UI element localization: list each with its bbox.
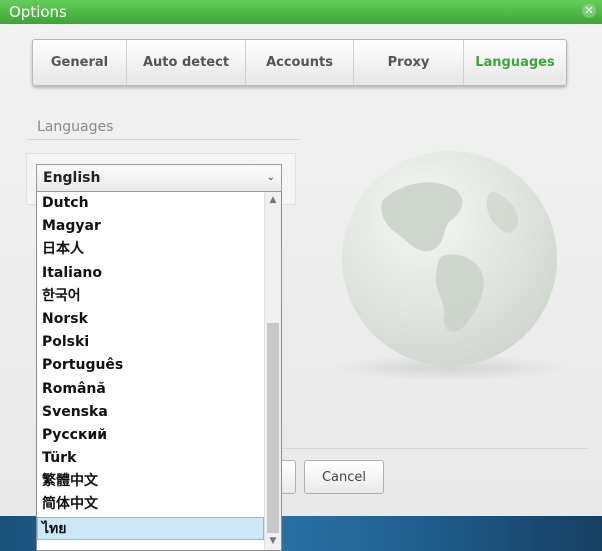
language-option[interactable]: Svenska <box>37 401 264 424</box>
language-option-highlighted[interactable]: ไทย <box>37 516 264 540</box>
language-option[interactable]: Română <box>37 378 264 401</box>
continents-graphic <box>381 182 518 332</box>
tab-auto-detect[interactable]: Auto detect <box>127 40 246 85</box>
tab-languages[interactable]: Languages <box>464 40 566 85</box>
language-option[interactable]: Polski <box>37 331 264 354</box>
selected-language: English <box>43 170 101 186</box>
language-select[interactable]: English ⌄ <box>36 164 282 192</box>
language-option[interactable]: Português <box>37 354 264 377</box>
tab-accounts[interactable]: Accounts <box>246 40 354 85</box>
window-title: Options <box>9 3 67 21</box>
cancel-button[interactable]: Cancel <box>304 460 384 494</box>
globe-illustration <box>342 151 557 366</box>
title-bar: Options ✕ <box>0 0 602 24</box>
tab-bar: General Auto detect Accounts Proxy Langu… <box>32 39 567 86</box>
section-title: Languages <box>37 119 114 135</box>
dropdown-scrollbar[interactable]: ▲ ▼ <box>264 192 281 550</box>
language-option[interactable]: 日本人 <box>37 238 264 261</box>
language-option[interactable]: 简体中文 <box>37 493 264 516</box>
chevron-down-icon[interactable]: ⌄ <box>267 165 275 191</box>
language-option[interactable]: Русский <box>37 424 264 447</box>
language-option[interactable]: Dutch <box>37 192 264 215</box>
footer-divider <box>282 448 588 449</box>
scroll-thumb[interactable] <box>267 323 279 533</box>
scroll-up-icon[interactable]: ▲ <box>265 192 281 209</box>
tab-general[interactable]: General <box>33 40 127 85</box>
language-options: Dutch Magyar 日本人 Italiano 한국어 Norsk Pols… <box>37 192 264 540</box>
language-option[interactable]: Norsk <box>37 308 264 331</box>
language-option[interactable]: Magyar <box>37 215 264 238</box>
tab-proxy[interactable]: Proxy <box>354 40 464 85</box>
language-option[interactable]: Türk <box>37 447 264 470</box>
close-icon[interactable]: ✕ <box>582 4 596 18</box>
language-option[interactable]: 繁體中文 <box>37 470 264 493</box>
language-option[interactable]: 한국어 <box>37 285 264 308</box>
language-option[interactable]: Italiano <box>37 262 264 285</box>
scroll-down-icon[interactable]: ▼ <box>265 533 281 550</box>
language-dropdown-list[interactable]: Dutch Magyar 日本人 Italiano 한국어 Norsk Pols… <box>36 192 282 551</box>
section-divider <box>27 139 299 140</box>
